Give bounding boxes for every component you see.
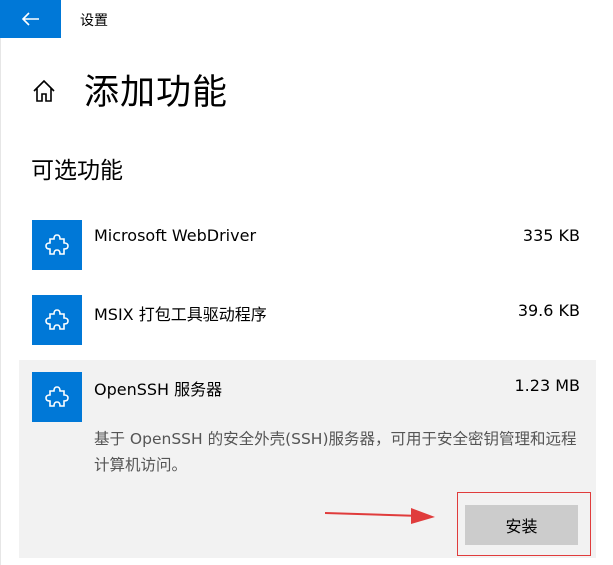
feature-name: MSIX 打包工具驱动程序 [94, 305, 267, 324]
feature-name: Microsoft WebDriver [94, 226, 257, 245]
feature-item-msix-packaging-driver[interactable]: MSIX 打包工具驱动程序 39.6 KB [19, 283, 596, 353]
window-title: 设置 [80, 13, 108, 29]
feature-item-microsoft-webdriver[interactable]: Microsoft WebDriver 335 KB [19, 208, 596, 278]
page-title: 添加功能 [84, 73, 229, 113]
title-bar: 设置 [0, 0, 613, 38]
back-arrow-icon [21, 12, 39, 26]
section-title: 可选功能 [31, 158, 123, 184]
puzzle-icon [32, 372, 82, 422]
feature-size: 1.23 MB [514, 376, 581, 395]
feature-description: 基于 OpenSSH 的安全外壳(SSH)服务器，可用于安全密钥管理和远程计算机… [94, 430, 577, 474]
puzzle-icon [32, 220, 82, 270]
feature-size: 335 KB [522, 226, 580, 245]
install-button[interactable]: 安装 [465, 505, 578, 545]
feature-size: 39.6 KB [517, 301, 580, 320]
home-icon[interactable] [31, 78, 57, 104]
feature-name: OpenSSH 服务器 [94, 380, 223, 399]
puzzle-icon [32, 295, 82, 345]
annotation-arrow [325, 508, 435, 524]
back-button[interactable] [0, 0, 61, 38]
window-edge [0, 38, 1, 565]
